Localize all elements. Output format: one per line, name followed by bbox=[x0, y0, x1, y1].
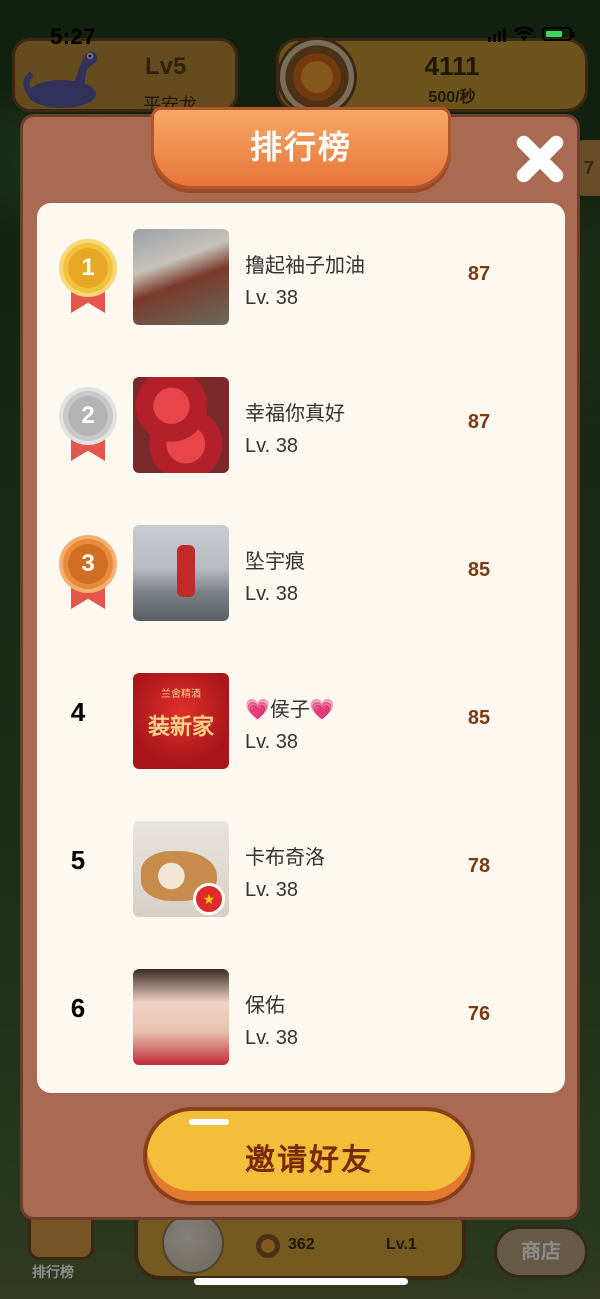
player-name: 保佑 bbox=[245, 995, 285, 1017]
player-level: Lv. 38 bbox=[245, 879, 298, 901]
invite-friends-label: 邀请好友 bbox=[245, 1144, 373, 1177]
battery-icon bbox=[542, 27, 575, 41]
home-indicator[interactable] bbox=[194, 1278, 408, 1285]
close-icon[interactable] bbox=[511, 131, 567, 187]
china-flag-icon: ★ bbox=[193, 883, 225, 915]
rank-number: 5 bbox=[70, 845, 86, 875]
player-score: 85 bbox=[467, 707, 491, 729]
player-level: Lv. 38 bbox=[245, 731, 298, 753]
leaderboard-row: 2 幸福你真好 Lv. 38 87 bbox=[37, 351, 565, 499]
rank-number: 4 bbox=[70, 697, 86, 727]
player-score: 87 bbox=[467, 411, 491, 433]
player-score: 87 bbox=[467, 263, 491, 285]
leaderboard-row: 6 保佑 Lv. 38 76 bbox=[37, 943, 565, 1091]
player-level: Lv. 38 bbox=[245, 583, 298, 605]
leaderboard-row: 3 坠宇痕 Lv. 38 85 bbox=[37, 499, 565, 647]
avatar bbox=[133, 229, 229, 325]
status-bar: 5:27 bbox=[0, 0, 600, 49]
avatar-text: 装新家 bbox=[147, 714, 214, 739]
avatar bbox=[133, 377, 229, 473]
avatar: 兰舍精酒 装新家 bbox=[133, 673, 229, 769]
player-name: 幸福你真好 bbox=[245, 403, 345, 425]
rank-number: 2 bbox=[68, 396, 108, 436]
leaderboard-row: 4 兰舍精酒 装新家 💗侯子💗 Lv. 38 85 bbox=[37, 647, 565, 795]
avatar bbox=[133, 525, 229, 621]
player-name: 撸起袖子加油 bbox=[245, 255, 365, 277]
player-name: 坠宇痕 bbox=[245, 551, 305, 573]
rank-number: 1 bbox=[68, 248, 108, 288]
player-level: Lv. 38 bbox=[245, 435, 298, 457]
leaderboard-modal: 排行榜 1 撸起袖子加油 Lv. 38 87 2 幸福你真好 Lv. 38 87 bbox=[20, 107, 580, 1220]
leaderboard-list[interactable]: 1 撸起袖子加油 Lv. 38 87 2 幸福你真好 Lv. 38 87 3 坠… bbox=[37, 203, 565, 1093]
player-score: 78 bbox=[467, 855, 491, 877]
leaderboard-row: 5 ★ 卡布奇洛 Lv. 38 78 bbox=[37, 795, 565, 943]
invite-friends-button[interactable]: 邀请好友 bbox=[143, 1107, 475, 1205]
player-score: 85 bbox=[467, 559, 491, 581]
player-name: 卡布奇洛 bbox=[245, 847, 325, 869]
avatar: ★ bbox=[133, 821, 229, 917]
silver-medal-icon: 2 bbox=[59, 387, 117, 463]
leaderboard-row: 1 撸起袖子加油 Lv. 38 87 bbox=[37, 203, 565, 351]
player-name: 💗侯子💗 bbox=[245, 699, 335, 721]
modal-title: 排行榜 bbox=[249, 129, 352, 165]
avatar-subtext: 兰舍精酒 bbox=[161, 689, 201, 700]
status-icons bbox=[488, 26, 575, 42]
player-level: Lv. 38 bbox=[245, 287, 298, 309]
rank-number: 6 bbox=[70, 993, 86, 1023]
player-level: Lv. 38 bbox=[245, 1027, 298, 1049]
modal-title-banner: 排行榜 bbox=[151, 107, 451, 189]
player-score: 76 bbox=[467, 1003, 491, 1025]
status-time: 5:27 bbox=[50, 24, 97, 49]
bronze-medal-icon: 3 bbox=[59, 535, 117, 611]
wifi-icon bbox=[514, 26, 534, 41]
gold-medal-icon: 1 bbox=[59, 239, 117, 315]
signal-icon bbox=[488, 26, 506, 42]
rank-number: 3 bbox=[68, 544, 108, 584]
avatar bbox=[133, 969, 229, 1065]
